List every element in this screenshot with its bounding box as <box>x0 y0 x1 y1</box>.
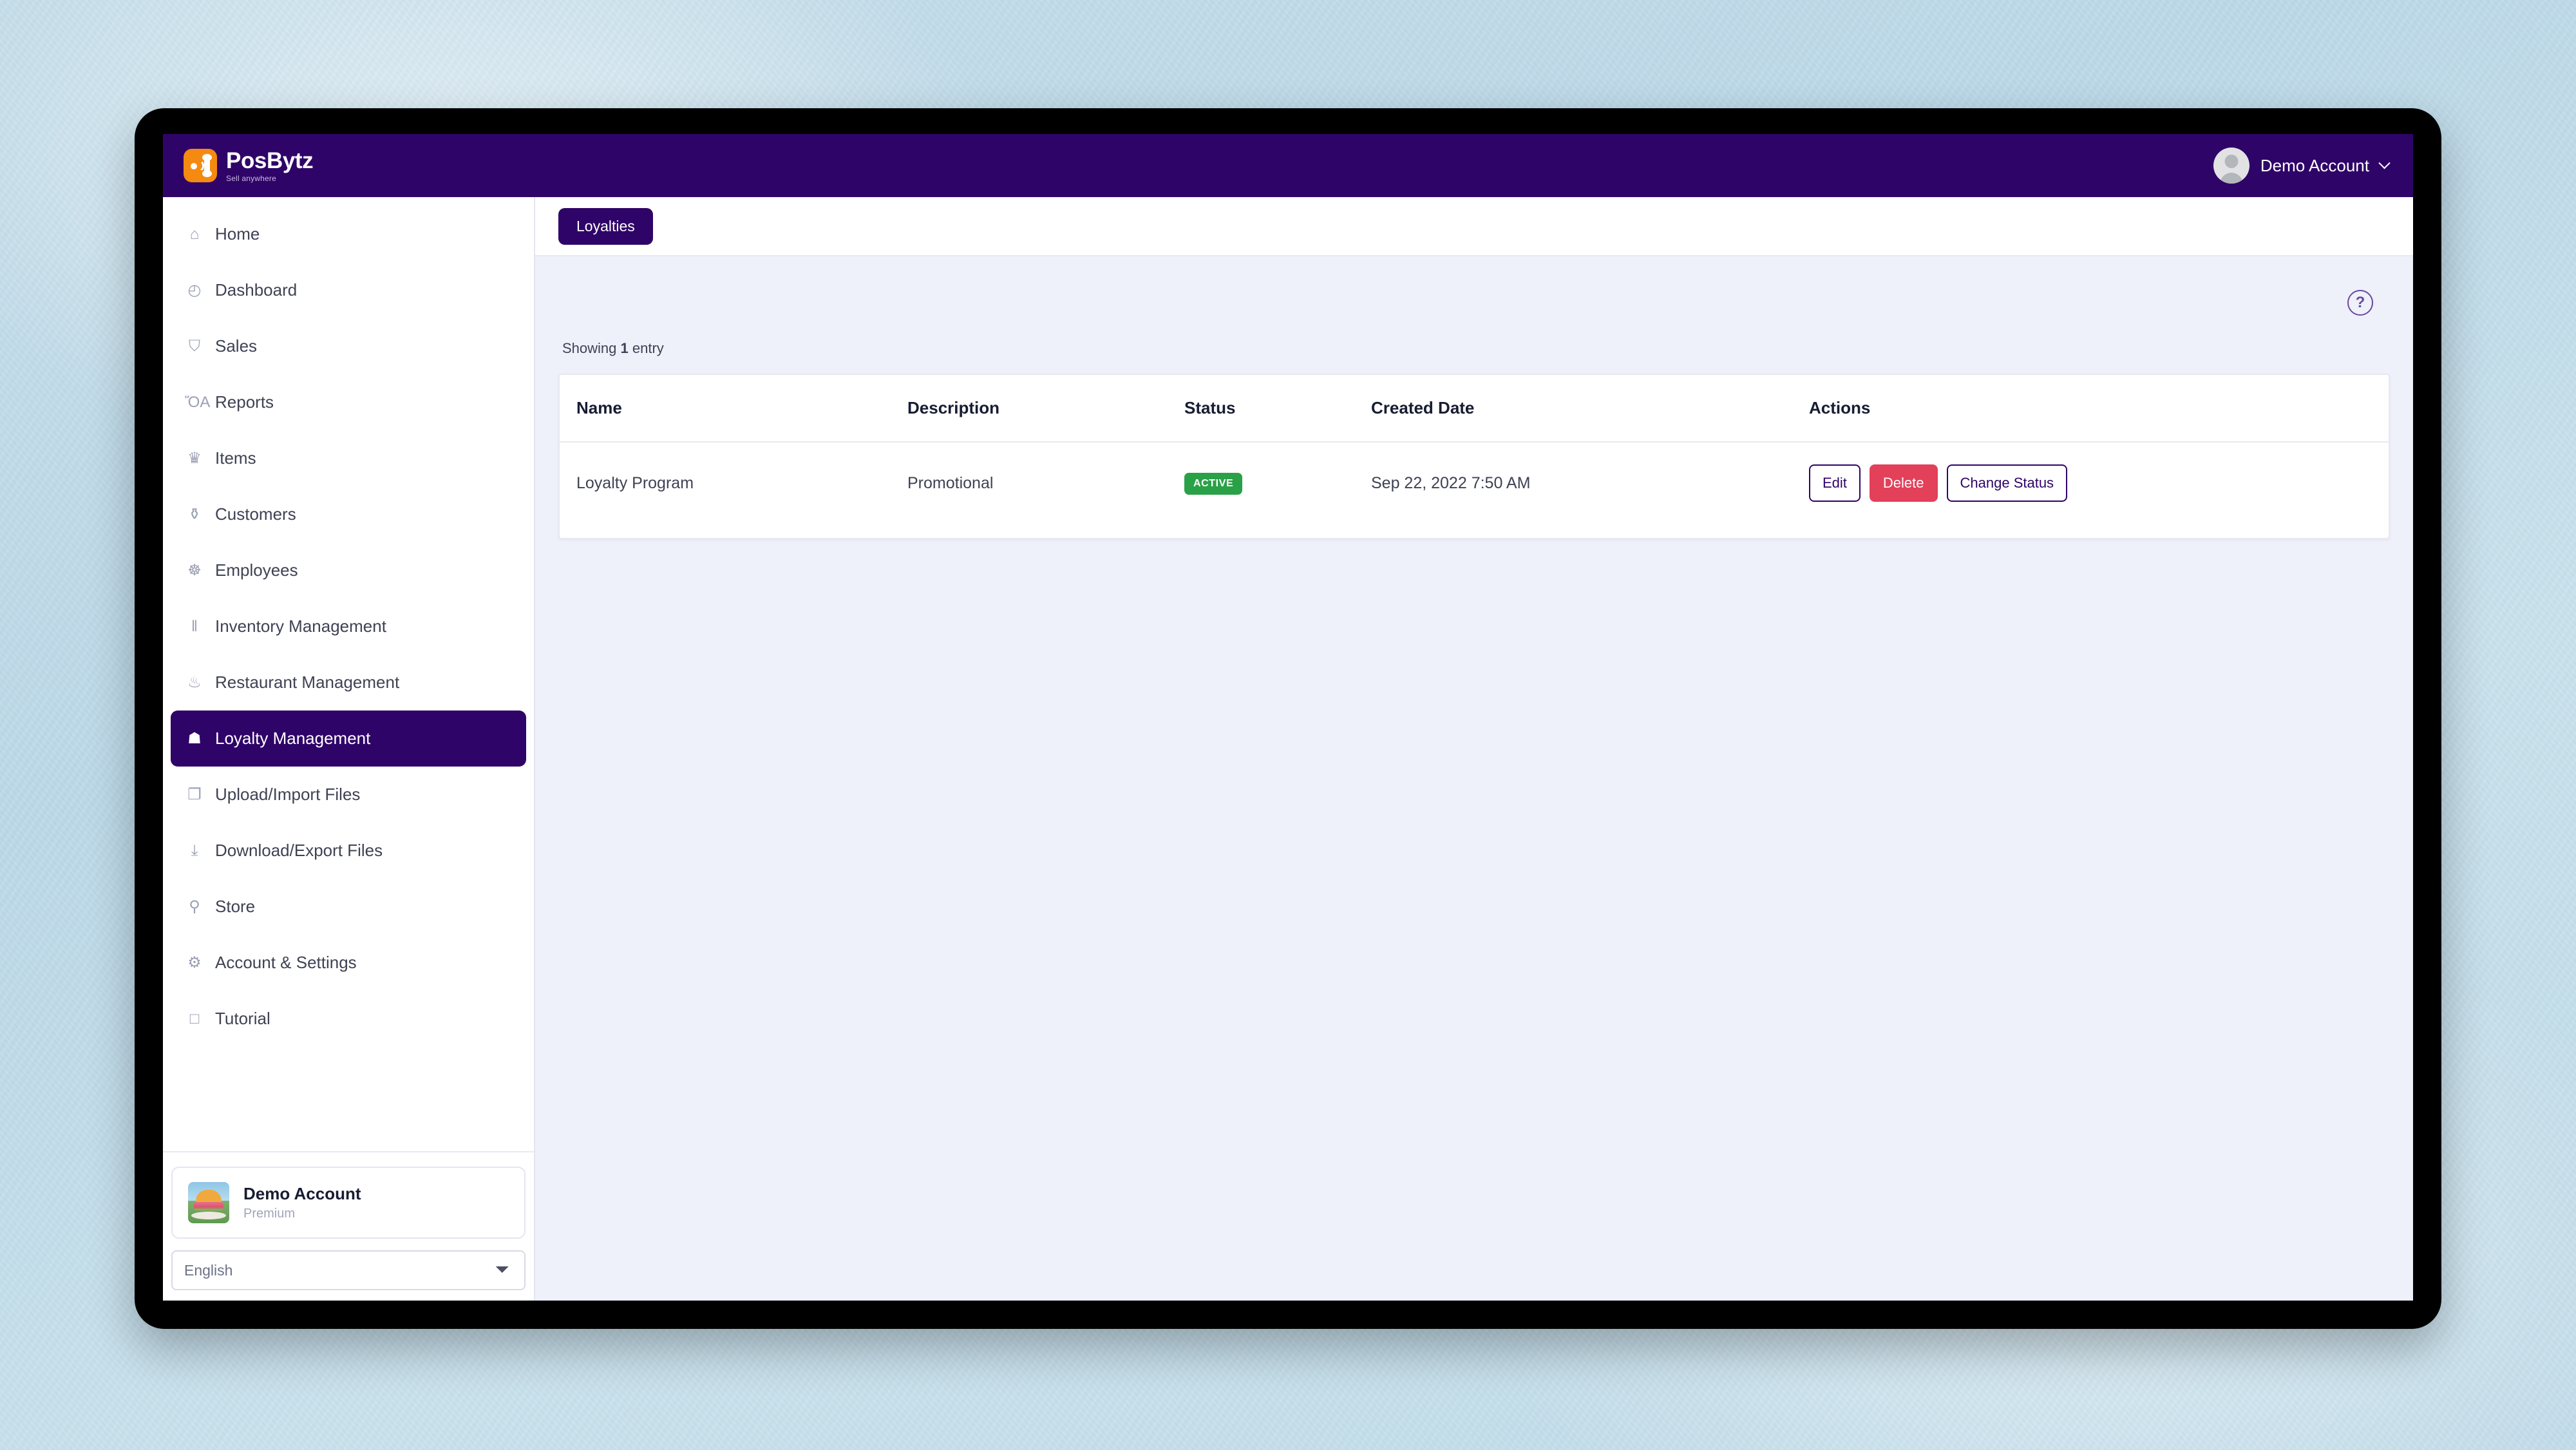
sidebar-item-label: Sales <box>215 336 258 356</box>
tab-bar: Loyalties <box>535 197 2413 256</box>
sidebar-item-label: Items <box>215 448 256 468</box>
sidebar-item-home[interactable]: ⌂ Home <box>171 206 526 262</box>
loyalties-table: Name Description Status Created Date Actions… <box>560 375 2389 538</box>
brand-logo[interactable]: PosBytz Sell anywhere <box>184 148 314 183</box>
cell-actions: Edit Delete Change Status <box>1809 442 2389 538</box>
sidebar-user-card[interactable]: Demo Account Premium <box>171 1167 526 1239</box>
sidebar-item-label: Home <box>215 224 260 243</box>
account-name-label: Demo Account <box>2260 155 2369 175</box>
sidebar-item-label: Tutorial <box>215 1009 270 1028</box>
sidebar-item-store[interactable]: ⚲ Store <box>171 879 526 935</box>
sidebar-item-label: Store <box>215 897 256 916</box>
cell-status: ACTIVE <box>1184 442 1371 538</box>
sidebar-item-dashboard[interactable]: ◴ Dashboard <box>171 262 526 318</box>
brand-tagline: Sell anywhere <box>226 173 276 183</box>
sidebar-item-label: Account & Settings <box>215 953 357 972</box>
sidebar-item-label: Upload/Import Files <box>215 785 361 804</box>
showing-entries-label: Showing 1 entry <box>562 340 2390 357</box>
sidebar-item-label: Reports <box>215 392 274 412</box>
sidebar-item-label: Inventory Management <box>215 616 386 636</box>
sidebar-item-upload-import-files[interactable]: ❐ Upload/Import Files <box>171 767 526 823</box>
account-menu[interactable]: Demo Account <box>2211 144 2391 187</box>
shopping-cart-icon: ⛉ <box>189 337 200 355</box>
sidebar-item-label: Loyalty Management <box>215 729 371 748</box>
help-circle-icon[interactable]: ? <box>2347 290 2373 316</box>
showing-suffix: entry <box>632 340 664 356</box>
sidebar-nav: ⌂ Home ◴ Dashboard ⛉ Sales ὌA Reports ♛ Items ⚱ Cus… <box>163 206 534 1151</box>
sidebar-item-label: Download/Export Files <box>215 841 383 860</box>
store-location-pin-icon: ⚲ <box>189 897 200 915</box>
chevron-down-icon <box>2378 157 2391 169</box>
sidebar: ⌂ Home ◴ Dashboard ⛉ Sales ὌA Reports ♛ Items ⚱ Cus… <box>163 197 535 1301</box>
burger-store-thumbnail <box>188 1182 229 1223</box>
cell-created-date: Sep 22, 2022 7:50 AM <box>1371 442 1809 538</box>
inventory-bars-icon: ‖ <box>191 617 198 635</box>
loyalty-gift-icon: ☗ <box>187 729 202 747</box>
sidebar-item-reports[interactable]: ὌA Reports <box>171 374 526 430</box>
sidebar-item-sales[interactable]: ⛉ Sales <box>171 318 526 374</box>
sidebar-item-loyalty-management[interactable]: ☗ Loyalty Management <box>171 711 526 767</box>
table-row: Loyalty Program Promotional ACTIVE Sep 22, … <box>560 442 2389 538</box>
sidebar-item-employees[interactable]: ☸ Employees <box>171 542 526 598</box>
sidebar-user-plan: Premium <box>243 1207 296 1221</box>
dashboard-clock-icon: ◴ <box>187 281 202 299</box>
showing-prefix: Showing <box>562 340 617 356</box>
main-content: Loyalties ? Showing 1 entry Name Descrip… <box>535 197 2413 1301</box>
edit-button[interactable]: Edit <box>1809 464 1861 502</box>
sidebar-item-account-settings[interactable]: ⚙ Account & Settings <box>171 935 526 991</box>
help-row: ? <box>558 278 2390 340</box>
showing-count: 1 <box>620 340 629 356</box>
customers-people-icon: ⚱ <box>187 505 202 523</box>
items-crown-icon: ♛ <box>187 449 202 467</box>
table-body: Loyalty Program Promotional ACTIVE Sep 22, … <box>560 442 2389 538</box>
table-head: Name Description Status Created Date Actions <box>560 375 2389 443</box>
app-window: PosBytz Sell anywhere Demo Account ⌂ Home… <box>163 134 2413 1301</box>
delete-button[interactable]: Delete <box>1869 464 1938 502</box>
language-select[interactable]: English <box>171 1250 526 1290</box>
sidebar-item-items[interactable]: ♛ Items <box>171 430 526 486</box>
action-button-group: Edit Delete Change Status <box>1809 464 2389 502</box>
upload-files-icon: ❐ <box>187 785 202 803</box>
tab-loyalties[interactable]: Loyalties <box>558 207 653 245</box>
sidebar-item-label: Dashboard <box>215 280 298 300</box>
cell-name: Loyalty Program <box>560 442 907 538</box>
sidebar-item-download-export-files[interactable]: ⤓ Download/Export Files <box>171 823 526 879</box>
user-avatar-icon <box>2213 148 2249 184</box>
restaurant-cutlery-icon: ♨ <box>187 673 202 691</box>
app-header: PosBytz Sell anywhere Demo Account <box>163 134 2413 197</box>
tutorial-book-icon: □ <box>189 1009 200 1027</box>
sidebar-item-tutorial[interactable]: □ Tutorial <box>171 991 526 1047</box>
column-header-description: Description <box>907 375 1184 443</box>
posbytz-logo-icon <box>184 149 217 182</box>
sidebar-item-restaurant-management[interactable]: ♨ Restaurant Management <box>171 654 526 711</box>
download-files-icon: ⤓ <box>191 841 198 859</box>
sidebar-user-name: Demo Account <box>243 1184 361 1203</box>
table-header-row: Name Description Status Created Date Actions <box>560 375 2389 443</box>
bar-chart-icon: ὌA <box>185 393 211 411</box>
sidebar-item-customers[interactable]: ⚱ Customers <box>171 486 526 542</box>
column-header-actions: Actions <box>1809 375 2389 443</box>
device-frame: PosBytz Sell anywhere Demo Account ⌂ Home… <box>135 108 2441 1329</box>
employees-icon: ☸ <box>187 561 202 579</box>
loyalties-table-card: Name Description Status Created Date Actions… <box>558 374 2390 539</box>
desktop-backdrop: PosBytz Sell anywhere Demo Account ⌂ Home… <box>0 0 2576 1450</box>
cell-description: Promotional <box>907 442 1184 538</box>
status-badge: ACTIVE <box>1184 472 1243 495</box>
sidebar-item-label: Employees <box>215 560 298 580</box>
brand-name: PosBytz <box>226 148 314 173</box>
column-header-name: Name <box>560 375 907 443</box>
home-icon: ⌂ <box>189 225 200 243</box>
change-status-button[interactable]: Change Status <box>1946 464 2068 502</box>
sidebar-item-label: Customers <box>215 504 296 524</box>
sidebar-item-label: Restaurant Management <box>215 673 400 692</box>
column-header-status: Status <box>1184 375 1371 443</box>
gear-icon: ⚙ <box>187 953 202 971</box>
sidebar-footer: Demo Account Premium English <box>163 1151 534 1301</box>
sidebar-item-inventory-management[interactable]: ‖ Inventory Management <box>171 598 526 654</box>
column-header-created-date: Created Date <box>1371 375 1809 443</box>
loyalties-panel: ? Showing 1 entry Name Description Status C… <box>535 256 2413 1301</box>
